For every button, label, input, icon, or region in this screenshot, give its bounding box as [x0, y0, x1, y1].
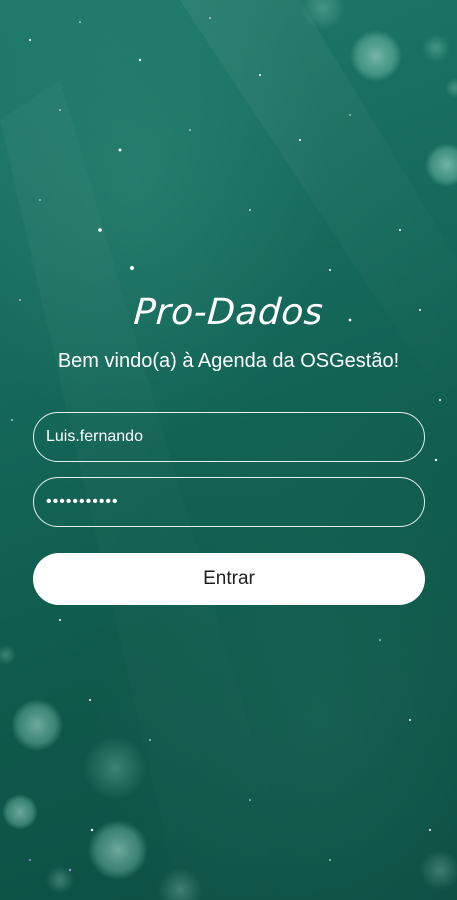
login-button[interactable]: Entrar	[33, 553, 425, 605]
password-field[interactable]	[33, 477, 425, 527]
login-screen: Pro-Dados Bem vindo(a) à Agenda da OSGes…	[0, 0, 457, 900]
welcome-message: Bem vindo(a) à Agenda da OSGestão!	[57, 350, 400, 372]
brand-title: Pro-Dados	[132, 292, 325, 333]
username-field[interactable]	[33, 412, 425, 462]
